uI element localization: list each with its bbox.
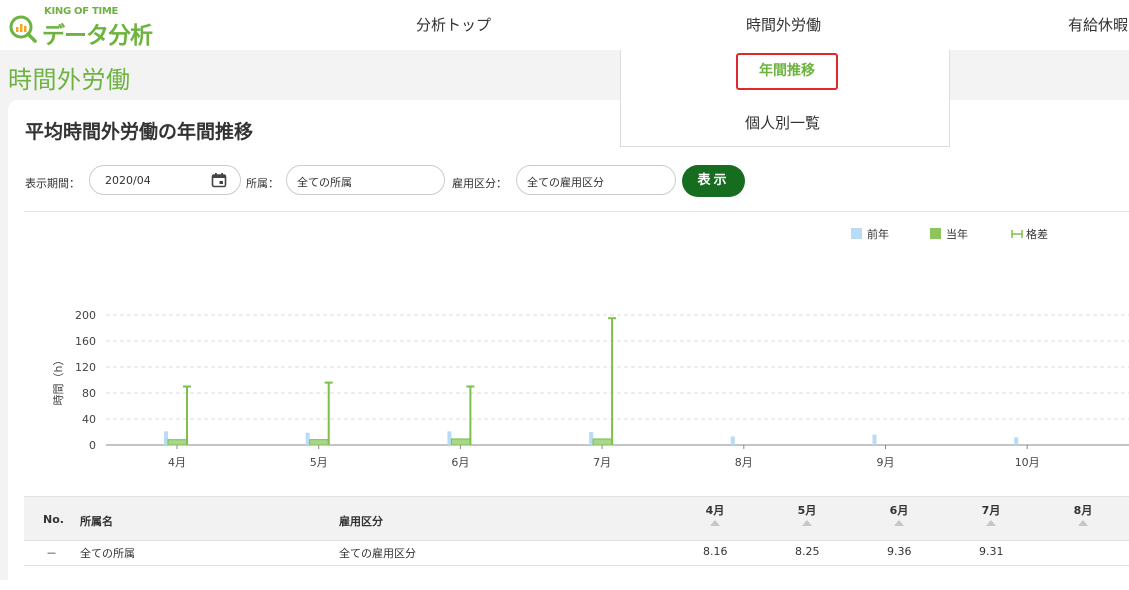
y-tick-label: 40: [82, 413, 96, 426]
row-no: －: [46, 547, 57, 560]
y-tick-label: 120: [75, 361, 96, 374]
y-tick-label: 160: [75, 335, 96, 348]
table-header: [24, 496, 1129, 541]
row-value-6: 9.36: [887, 545, 912, 558]
th-month-4[interactable]: 4月: [695, 502, 735, 518]
row-value-7: 9.31: [979, 545, 1004, 558]
x-tick-label: 8月: [735, 456, 753, 469]
y-tick-label: 0: [89, 439, 96, 452]
th-employment: 雇用区分: [339, 515, 383, 528]
bar-current: [450, 438, 471, 446]
th-month-6[interactable]: 6月: [879, 502, 919, 518]
x-tick-label: 7月: [593, 456, 611, 469]
x-tick-label: 10月: [1015, 456, 1040, 469]
x-tick-label: 6月: [451, 456, 469, 469]
x-tick-label: 9月: [877, 456, 895, 469]
th-month-8[interactable]: 8月: [1063, 502, 1103, 518]
sort-icon[interactable]: [710, 520, 720, 526]
x-tick-label: 4月: [168, 456, 186, 469]
y-tick-label: 200: [75, 309, 96, 322]
bar-prev: [730, 436, 735, 445]
sort-icon[interactable]: [1078, 520, 1088, 526]
bar-prev: [872, 434, 877, 445]
bar-current: [167, 439, 188, 446]
x-tick-label: 5月: [310, 456, 328, 469]
bar-current: [309, 439, 330, 446]
sort-icon[interactable]: [986, 520, 996, 526]
th-month-5[interactable]: 5月: [787, 502, 827, 518]
th-no: No.: [43, 513, 64, 526]
bar-prev: [1014, 437, 1019, 445]
row-employment: 全ての雇用区分: [339, 547, 416, 560]
y-axis-label: 時間（h）: [52, 355, 65, 406]
bar-current: [592, 438, 613, 446]
overtime-chart: 0 40 80 120 160 200 時間（h） 4月 5月 6月 7月 8月 9月 10月: [52, 309, 1129, 469]
th-dept: 所属名: [80, 515, 113, 528]
row-value-4: 8.16: [703, 545, 728, 558]
row-dept: 全ての所属: [80, 547, 135, 560]
dropdown-item-annual-trend[interactable]: 年間推移: [736, 53, 838, 90]
y-tick-label: 80: [82, 387, 96, 400]
sort-icon[interactable]: [802, 520, 812, 526]
dropdown-item-individual-list[interactable]: 個人別一覧: [745, 112, 820, 133]
row-value-5: 8.25: [795, 545, 820, 558]
bar-prev: [305, 432, 310, 445]
sort-icon[interactable]: [894, 520, 904, 526]
th-month-7[interactable]: 7月: [971, 502, 1011, 518]
bar-prev: [164, 431, 168, 445]
row-divider: [24, 565, 1129, 566]
bar-prev: [447, 431, 452, 445]
bar-prev: [589, 432, 594, 445]
